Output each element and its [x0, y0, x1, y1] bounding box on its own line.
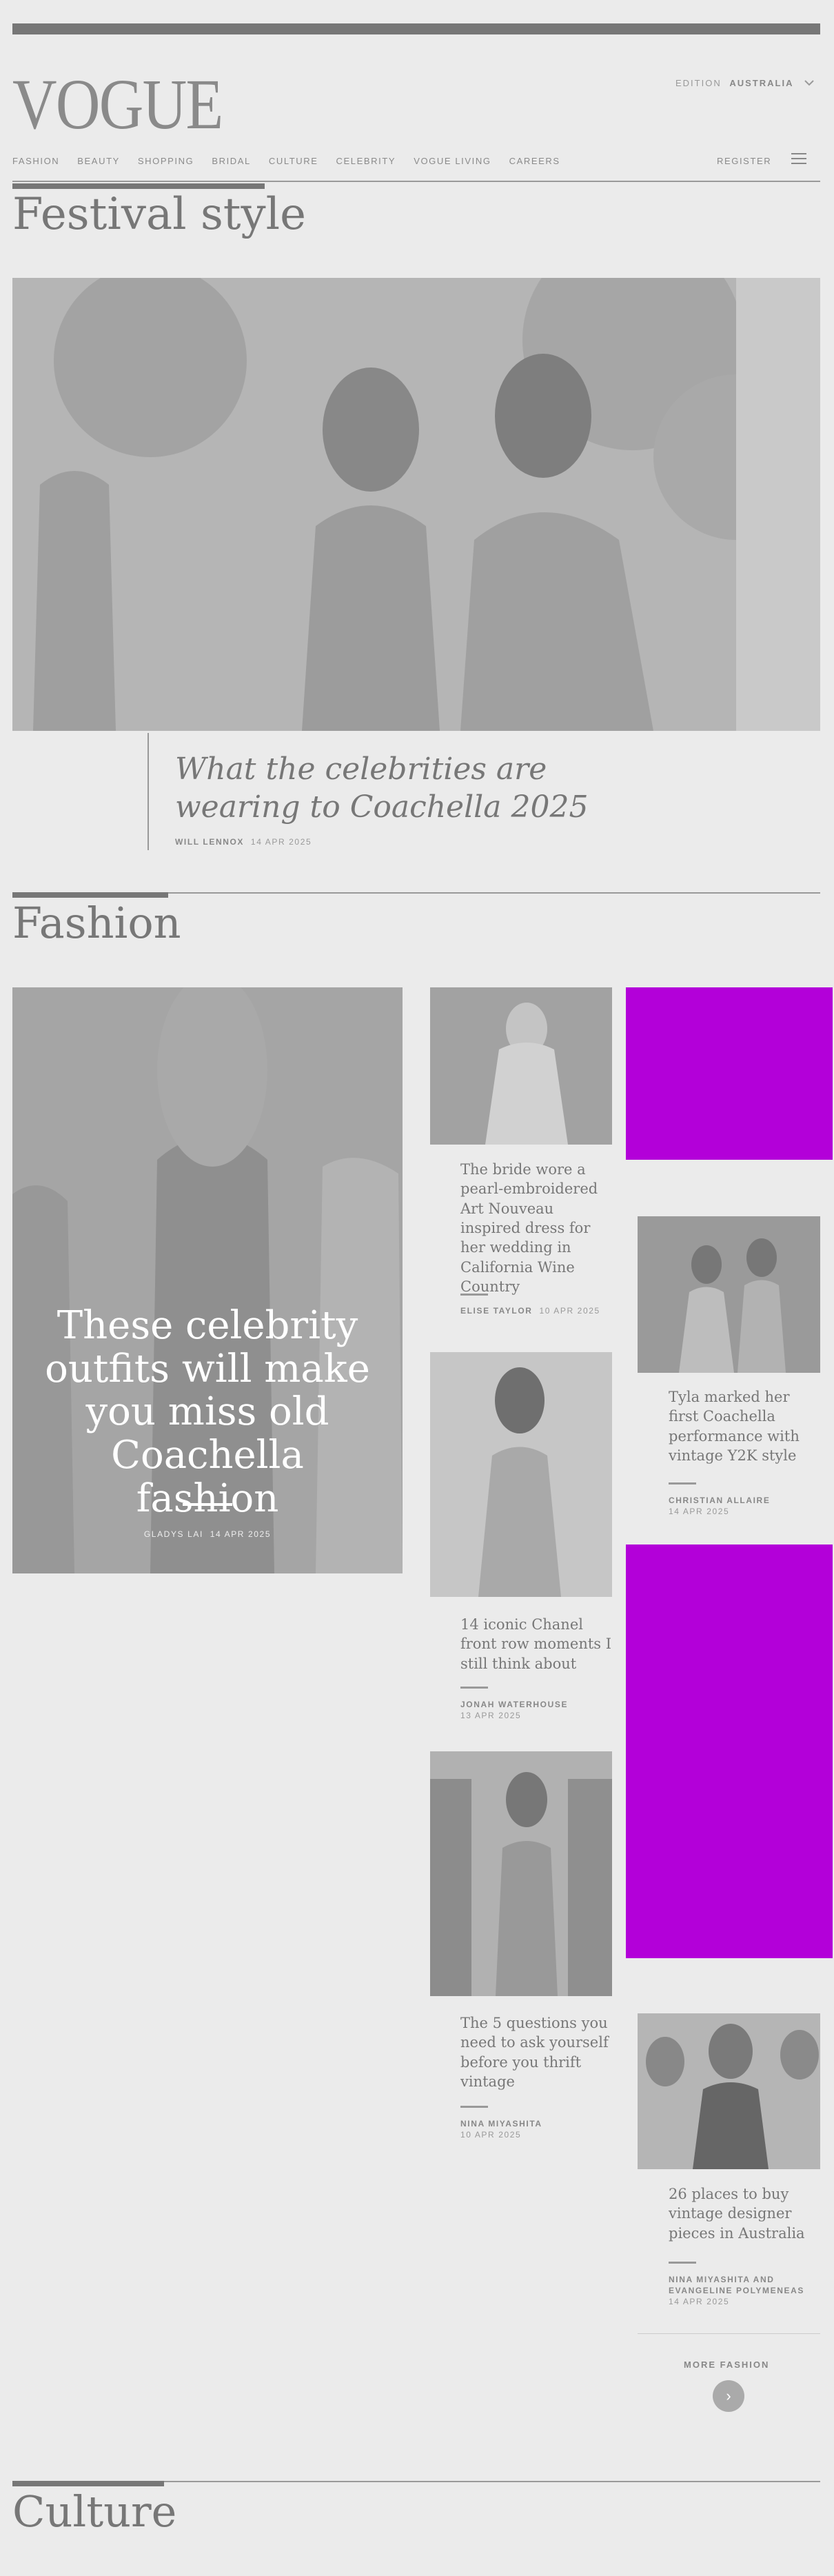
date: 10 APR 2025 — [460, 2130, 522, 2140]
nav-item-culture[interactable]: CULTURE — [269, 156, 318, 166]
section-accent-bar — [12, 2481, 164, 2486]
edition-value: AUSTRALIA — [729, 78, 794, 88]
main-nav: FASHION BEAUTY SHOPPING BRIDAL CULTURE C… — [12, 156, 820, 166]
chevron-right-icon: › — [726, 2387, 731, 2404]
date: 10 APR 2025 — [539, 1306, 600, 1316]
author[interactable]: ELISE TAYLOR — [460, 1306, 533, 1316]
card-image-bride[interactable] — [430, 987, 612, 1145]
section-title-culture[interactable]: Culture — [12, 2486, 176, 2537]
nav-item-fashion[interactable]: FASHION — [12, 156, 59, 166]
nav-item-celebrity[interactable]: CELEBRITY — [336, 156, 396, 166]
card-rule — [460, 1687, 488, 1689]
edition-selector[interactable]: EDITION AUSTRALIA — [675, 78, 814, 88]
card-image-tyla[interactable] — [638, 1216, 820, 1373]
date: 14 APR 2025 — [210, 1529, 272, 1539]
nav-item-beauty[interactable]: BEAUTY — [77, 156, 120, 166]
top-bar — [12, 23, 820, 34]
card-byline: NINA MIYASHITA 10 APR 2025 — [460, 2118, 542, 2140]
headline-rule — [148, 733, 149, 850]
nav-divider — [12, 181, 820, 182]
card-image-thrift[interactable] — [430, 1751, 612, 1996]
card-rule — [460, 1294, 488, 1296]
register-link[interactable]: REGISTER — [717, 156, 771, 166]
feature-card[interactable]: These celebrity outfits will make you mi… — [12, 987, 403, 1573]
card-rule — [460, 2106, 488, 2108]
card-headline[interactable]: Tyla marked her first Coachella performa… — [669, 1387, 820, 1465]
card-image-vintage[interactable] — [638, 2013, 820, 2169]
author[interactable]: JONAH WATERHOUSE — [460, 1700, 568, 1709]
vogue-logo[interactable]: VOGUE — [12, 69, 223, 141]
nav-item-shopping[interactable]: SHOPPING — [138, 156, 194, 166]
nav-item-vogue-living[interactable]: VOGUE LIVING — [414, 156, 491, 166]
card-rule — [669, 1482, 696, 1485]
section-accent-bar — [12, 183, 265, 189]
card-byline: NINA MIYASHITA AND EVANGELINE POLYMENEAS… — [669, 2274, 820, 2308]
feature-rule — [183, 1503, 232, 1506]
advertisement[interactable] — [626, 1544, 833, 1958]
card-headline[interactable]: The bride wore a pearl-embroidered Art N… — [460, 1160, 613, 1296]
card-image-chanel[interactable] — [430, 1352, 612, 1597]
nav-item-careers[interactable]: CAREERS — [509, 156, 560, 166]
card-byline: CHRISTIAN ALLAIRE 14 APR 2025 — [669, 1495, 820, 1517]
card-headline[interactable]: The 5 questions you need to ask yourself… — [460, 2013, 613, 2091]
card-headline[interactable]: 14 iconic Chanel front row moments I sti… — [460, 1615, 613, 1673]
date: 14 APR 2025 — [250, 837, 312, 847]
festival-hero-image[interactable] — [12, 278, 820, 731]
more-fashion-button[interactable]: › — [713, 2380, 744, 2412]
author[interactable]: WILL LENNOX — [175, 837, 244, 847]
edition-label: EDITION — [675, 78, 722, 88]
card-byline: JONAH WATERHOUSE 13 APR 2025 — [460, 1699, 568, 1721]
date: 13 APR 2025 — [460, 1711, 522, 1721]
feature-headline[interactable]: These celebrity outfits will make you mi… — [40, 1304, 375, 1521]
date: 14 APR 2025 — [669, 2297, 730, 2307]
more-fashion-link[interactable]: MORE FASHION — [684, 2359, 769, 2370]
festival-byline: WILL LENNOX 14 APR 2025 — [175, 837, 312, 847]
author[interactable]: GLADYS LAI — [144, 1529, 203, 1539]
card-divider — [638, 2333, 820, 2334]
card-headline[interactable]: 26 places to buy vintage designer pieces… — [669, 2184, 820, 2243]
section-accent-bar — [12, 892, 168, 898]
festival-headline[interactable]: What the celebrities are wearing to Coac… — [175, 750, 658, 826]
section-title-festival[interactable]: Festival style — [12, 189, 306, 240]
menu-icon[interactable] — [791, 153, 806, 168]
nav-item-bridal[interactable]: BRIDAL — [212, 156, 251, 166]
date: 14 APR 2025 — [669, 1507, 730, 1517]
section-title-fashion[interactable]: Fashion — [12, 898, 181, 948]
author[interactable]: CHRISTIAN ALLAIRE — [669, 1496, 770, 1505]
card-rule — [669, 2262, 696, 2264]
card-byline: ELISE TAYLOR 10 APR 2025 — [460, 1306, 600, 1316]
chevron-down-icon — [804, 78, 814, 88]
author[interactable]: NINA MIYASHITA — [460, 2119, 542, 2129]
advertisement[interactable] — [626, 987, 833, 1160]
author[interactable]: NINA MIYASHITA AND EVANGELINE POLYMENEAS — [669, 2275, 804, 2295]
feature-byline: GLADYS LAI 14 APR 2025 — [12, 1529, 403, 1539]
